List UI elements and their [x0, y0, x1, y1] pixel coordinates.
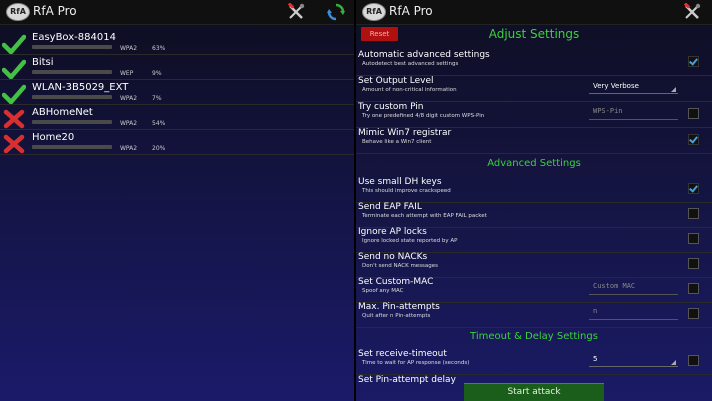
network-item[interactable]: EasyBox-884014 WPA2 63% — [0, 30, 354, 55]
setting-subtitle: Behave like a Win7 client — [362, 139, 432, 145]
setting-subtitle: This should improve crackspeed — [362, 188, 451, 194]
setting-title: Try custom Pin — [358, 102, 424, 112]
cross-icon — [3, 109, 25, 129]
setting-title: Set Pin-attempt delay — [358, 375, 456, 385]
network-signal: 54% — [152, 120, 166, 127]
network-encryption: WPA2 — [120, 45, 138, 52]
network-bssid-redacted — [32, 120, 112, 124]
action-bar: RfA RfA Pro — [356, 0, 712, 25]
network-encryption: WPA2 — [120, 145, 138, 152]
action-bar: RfA RfA Pro — [0, 0, 354, 25]
setting-title: Mimic Win7 registrar — [358, 128, 452, 138]
setting-title: Use small DH keys — [358, 177, 442, 187]
app-title: RfA Pro — [33, 4, 77, 18]
setting-title: Set Custom-MAC — [358, 277, 434, 287]
custom-pin-checkbox[interactable] — [688, 108, 699, 119]
custom-mac-input[interactable]: Custom MAC — [589, 278, 678, 295]
start-attack-button[interactable]: Start attack — [464, 383, 604, 401]
setting-eap-fail[interactable]: Send EAP FAIL Terminate each attempt wit… — [356, 202, 712, 228]
setting-title: Max. Pin-attempts — [358, 302, 440, 312]
setting-subtitle: Try one predefined 4/8 digit custom WPS-… — [362, 113, 485, 119]
network-item[interactable]: Bitsi WEP 9% — [0, 55, 354, 80]
setting-subtitle: Terminate each attempt with EAP FAIL pac… — [362, 213, 487, 219]
refresh-icon[interactable] — [327, 3, 345, 21]
app-logo: RfA — [362, 3, 386, 21]
tools-icon[interactable] — [683, 3, 701, 21]
small-dh-checkbox[interactable] — [688, 183, 699, 194]
network-item[interactable]: WLAN-3B5029_EXT WPA2 7% — [0, 80, 354, 105]
check-icon — [2, 59, 26, 79]
setting-subtitle: Ignore locked state reported by AP — [362, 238, 458, 244]
network-ssid: WLAN-3B5029_EXT — [32, 82, 129, 93]
setting-subtitle: Amount of non-critical information — [362, 87, 457, 93]
network-ssid: Home20 — [32, 132, 75, 143]
network-signal: 9% — [152, 70, 162, 77]
setting-title: Ignore AP locks — [358, 227, 427, 237]
setting-title: Set receive-timeout — [358, 349, 447, 359]
tools-icon[interactable] — [287, 3, 305, 21]
network-ssid: Bitsi — [32, 57, 54, 68]
setting-output-level[interactable]: Set Output Level Amount of non-critical … — [356, 76, 712, 102]
custom-mac-checkbox[interactable] — [688, 283, 699, 294]
setting-small-dh[interactable]: Use small DH keys This should improve cr… — [356, 177, 712, 203]
auto-advanced-checkbox[interactable] — [688, 56, 699, 67]
setting-custom-mac[interactable]: Set Custom-MAC Spoof any MAC Custom MAC — [356, 277, 712, 303]
network-ssid: ABHomeNet — [32, 107, 93, 118]
adjust-settings-title: Adjust Settings — [488, 27, 580, 41]
check-icon — [2, 84, 26, 104]
network-encryption: WPA2 — [120, 120, 138, 127]
network-signal: 7% — [152, 95, 162, 102]
output-level-select[interactable]: Very Verbose — [589, 79, 678, 94]
setting-subtitle: Don't send NACK messages — [362, 263, 439, 269]
network-encryption: WEP — [120, 70, 134, 77]
no-nacks-checkbox[interactable] — [688, 258, 699, 269]
mimic-win7-checkbox[interactable] — [688, 134, 699, 145]
receive-timeout-select[interactable]: 5 — [589, 352, 678, 367]
network-item[interactable]: ABHomeNet WPA2 54% — [0, 105, 354, 130]
network-signal: 63% — [152, 45, 166, 52]
setting-subtitle: Autodetect best advanced settings — [362, 61, 459, 67]
ignore-locks-checkbox[interactable] — [688, 233, 699, 244]
network-bssid-redacted — [32, 70, 112, 74]
network-list: EasyBox-884014 WPA2 63% Bitsi WEP 9% WLA… — [0, 30, 354, 155]
setting-title: Set Output Level — [358, 76, 434, 86]
max-pin-checkbox[interactable] — [688, 308, 699, 319]
check-icon — [2, 34, 26, 54]
setting-mimic-win7[interactable]: Mimic Win7 registrar Behave like a Win7 … — [356, 128, 712, 154]
network-signal: 20% — [152, 145, 166, 152]
network-bssid-redacted — [32, 45, 112, 49]
advanced-settings-title: Advanced Settings — [487, 158, 581, 169]
wps-pin-input[interactable]: WPS-Pin — [589, 103, 678, 120]
eap-fail-checkbox[interactable] — [688, 208, 699, 219]
timeout-settings-title: Timeout & Delay Settings — [470, 331, 598, 342]
setting-max-pin-attempts[interactable]: Max. Pin-attempts Quit after n Pin-attem… — [356, 302, 712, 328]
network-bssid-redacted — [32, 95, 112, 99]
setting-custom-pin[interactable]: Try custom Pin Try one predefined 4/8 di… — [356, 102, 712, 128]
adjust-header: Reset Adjust Settings — [356, 24, 712, 50]
setting-title: Send no NACKs — [358, 252, 428, 262]
setting-auto-advanced[interactable]: Automatic advanced settings Autodetect b… — [356, 50, 712, 76]
app-title: RfA Pro — [389, 4, 433, 18]
setting-no-nacks[interactable]: Send no NACKs Don't send NACK messages — [356, 252, 712, 278]
cross-icon — [3, 134, 25, 154]
network-item[interactable]: Home20 WPA2 20% — [0, 130, 354, 155]
receive-timeout-checkbox[interactable] — [688, 355, 699, 366]
network-bssid-redacted — [32, 145, 112, 149]
setting-subtitle: Spoof any MAC — [362, 288, 404, 294]
setting-subtitle: Quit after n Pin-attempts — [362, 313, 431, 319]
network-ssid: EasyBox-884014 — [32, 32, 116, 43]
network-list-pane: RfA RfA Pro EasyBox-884014 WPA2 63% Bits… — [0, 0, 354, 401]
setting-ignore-locks[interactable]: Ignore AP locks Ignore locked state repo… — [356, 227, 712, 253]
setting-title: Automatic advanced settings — [358, 50, 490, 60]
setting-title: Send EAP FAIL — [358, 202, 422, 212]
setting-receive-timeout[interactable]: Set receive-timeout Time to wait for AP … — [356, 349, 712, 375]
network-encryption: WPA2 — [120, 95, 138, 102]
max-pin-input[interactable]: n — [589, 303, 678, 320]
settings-pane: RfA RfA Pro Reset Adjust Settings Automa… — [356, 0, 712, 401]
setting-subtitle: Time to wait for AP response (seconds) — [362, 360, 470, 366]
app-logo: RfA — [6, 3, 30, 21]
